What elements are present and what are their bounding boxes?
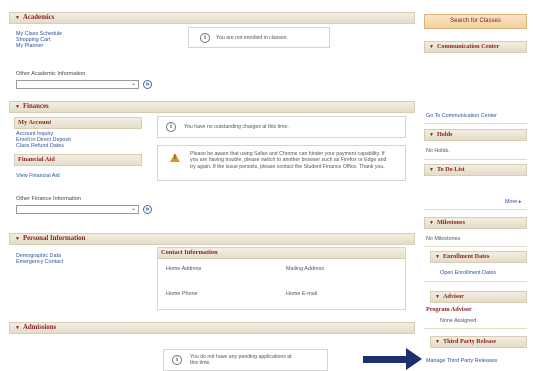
divider [424,246,527,247]
divider [424,159,527,160]
finances-section-header[interactable]: ▼ Finances [9,101,415,113]
class-refund-dates-link[interactable]: Class Refund Dates [16,143,64,149]
communication-center-label: Communication Center [436,43,500,50]
divider [424,123,527,124]
my-account-subheader: My Account [14,117,142,129]
open-enrollment-dates-link[interactable]: Open Enrollment Dates [440,270,496,276]
collapse-triangle-icon[interactable]: ▼ [15,324,20,334]
enrollment-dates-header[interactable]: ▼ Enrollment Dates [430,251,527,263]
academics-header-label: Academics [22,14,55,21]
todo-list-label: To Do List [436,166,465,173]
go-arrow-icon[interactable]: » [143,80,152,89]
emergency-contact-link[interactable]: Emergency Contact [16,259,63,265]
collapse-triangle-icon[interactable]: ▼ [435,338,440,348]
holds-header[interactable]: ▼ Holds [424,129,527,141]
milestones-header[interactable]: ▼ Milestones [424,217,527,229]
go-arrow-icon[interactable]: » [143,205,152,214]
home-address-label: Home Address [166,266,202,272]
admissions-header-label: Admissions [22,324,57,331]
other-academic-info-label: Other Academic Information [16,71,86,77]
browser-warning-box: ! Please be aware that using Safari and … [157,145,406,181]
no-milestones-text: No Milestones [426,236,461,242]
more-label: More [505,199,518,205]
other-finance-info-label: Other Finance Information [16,196,81,202]
admissions-message: You do not have any pending applications… [190,354,292,367]
advisor-header[interactable]: ▼ Advisor [430,291,527,303]
divider [424,328,527,329]
collapse-triangle-icon[interactable]: ▼ [15,14,20,24]
collapse-triangle-icon[interactable]: ▼ [435,253,440,263]
annotation-arrow-shaft [363,356,408,363]
academics-section-header[interactable]: ▼ Academics [9,12,415,24]
collapse-triangle-icon[interactable]: ▼ [15,103,20,113]
home-email-label: Home E-mail [286,291,318,297]
personal-info-header-label: Personal Information [22,235,86,242]
contact-info-title: Contact Information [158,248,405,259]
communication-center-header[interactable]: ▼ Communication Center [424,41,527,53]
collapse-triangle-icon[interactable]: ▼ [15,235,20,245]
other-finance-info-select[interactable]: ⌄ [16,205,139,214]
home-phone-label: Home Phone [166,291,198,297]
chevron-down-icon: ⌄ [130,81,136,87]
warning-icon: ! [170,153,180,162]
advisor-value: None Assigned [440,318,477,324]
collapse-triangle-icon[interactable]: ▼ [435,293,440,303]
charges-message-box: i You have no outstanding charges at thi… [157,116,406,138]
todo-more-link[interactable]: More ▸ [505,199,522,205]
milestones-label: Milestones [436,219,466,226]
annotation-arrow-icon [406,348,422,370]
financial-aid-subheader: Financial Aid [14,154,142,166]
charges-message: You have no outstanding charges at this … [184,124,289,130]
go-to-communication-center-link[interactable]: Go To Communication Center [426,113,497,119]
browser-warning-message: Please be aware that using Safari and Ch… [190,151,387,170]
not-enrolled-message: You are not enrolled in classes. [216,35,288,41]
contact-info-panel: Contact Information Home Address Mailing… [157,247,406,310]
not-enrolled-message-box: i You are not enrolled in classes. [188,27,330,48]
more-arrow-icon: ▸ [518,199,522,205]
no-holds-text: No Holds. [426,148,450,154]
third-party-release-label: Third Party Release [442,338,497,345]
mailing-address-label: Mailing Address [286,266,325,272]
search-for-classes-button[interactable]: Search for Classes [424,14,527,29]
advisor-label: Advisor [442,293,464,300]
collapse-triangle-icon[interactable]: ▼ [429,166,434,176]
collapse-triangle-icon[interactable]: ▼ [429,43,434,53]
collapse-triangle-icon[interactable]: ▼ [429,219,434,229]
divider [424,209,527,210]
info-icon: i [166,122,176,132]
info-icon: i [172,355,182,365]
third-party-release-header[interactable]: ▼ Third Party Release [430,336,527,348]
chevron-down-icon: ⌄ [130,206,136,212]
view-financial-aid-link[interactable]: View Financial Aid [16,173,60,179]
my-planner-link[interactable]: My Planner [16,43,43,49]
collapse-triangle-icon[interactable]: ▼ [429,131,434,141]
personal-info-section-header[interactable]: ▼ Personal Information [9,233,415,245]
manage-third-party-releases-link[interactable]: Manage Third Party Releases [426,358,497,364]
other-academic-info-select[interactable]: ⌄ [16,80,139,89]
enrollment-dates-label: Enrollment Dates [442,253,490,260]
finances-header-label: Finances [22,103,49,110]
todo-list-header[interactable]: ▼ To Do List [424,164,527,176]
admissions-message-box: i You do not have any pending applicatio… [163,349,328,371]
holds-label: Holds [436,131,453,138]
info-icon: i [200,33,210,43]
admissions-section-header[interactable]: ▼ Admissions [9,322,415,334]
program-advisor-label: Program Advisor [426,306,472,313]
divider [424,281,527,282]
